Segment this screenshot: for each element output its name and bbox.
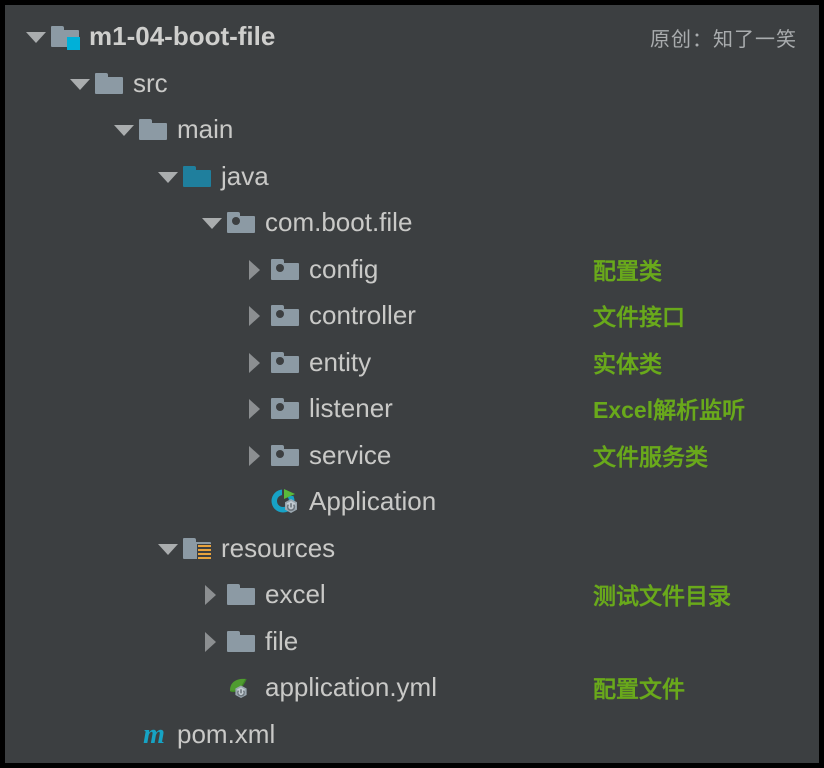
tree-row[interactable]: src [67,60,168,106]
annotation-label: 测试文件目录 [593,583,731,609]
tree-row[interactable]: Application [243,478,436,524]
resources-folder-icon [181,531,215,565]
folder-icon [225,577,259,611]
chevron-right-icon[interactable] [199,571,225,617]
chevron-down-icon[interactable] [67,60,93,106]
tree-row[interactable]: application.yml [199,664,437,710]
tree-row-label: service [309,439,392,470]
chevron-right-icon[interactable] [243,385,269,431]
chevron-down-icon[interactable] [111,106,137,152]
tree-row-label: resources [221,532,336,563]
annotation-label: 文件接口 [593,304,685,330]
spring-config-file-icon [225,670,259,704]
folder-icon [93,66,127,100]
tree-row-label: src [133,67,168,98]
tree-row-label: controller [309,300,416,330]
annotation-label: 配置文件 [593,676,685,702]
tree-row-label: entity [309,346,372,377]
chevron-down-icon[interactable] [155,153,181,199]
module-folder-icon [49,19,83,53]
chevron-down-icon[interactable] [23,13,49,59]
tree-row-label: application.yml [265,672,437,702]
tree-row-label: Application [309,486,437,516]
tree-row[interactable]: excel [199,571,326,617]
chevron-right-icon[interactable] [243,432,269,478]
tree-row[interactable]: m pom.xml [111,711,275,757]
tree-row-label: main [177,114,234,144]
package-icon [269,438,303,472]
annotation-label: 实体类 [593,350,662,377]
annotation-label: 配置类 [593,257,662,284]
tree-row-label: config [309,253,379,284]
spring-boot-run-icon [269,484,303,518]
folder-icon [225,624,259,658]
chevron-right-icon[interactable] [243,246,269,292]
tree-row-label: listener [309,393,393,423]
chevron-right-icon[interactable] [243,339,269,385]
package-icon [225,205,259,239]
tree-row-label: com.boot.file [265,207,413,237]
tree-row[interactable]: controller [243,292,416,338]
tree-row[interactable]: service [243,432,391,478]
package-icon [269,298,303,332]
chevron-down-icon[interactable] [155,525,181,571]
package-icon [269,345,303,379]
tree-row[interactable]: main [111,106,233,152]
chevron-right-icon[interactable] [199,618,225,664]
chevron-placeholder [111,711,137,757]
maven-icon: m [143,718,165,750]
annotation-label: 文件服务类 [593,443,708,470]
annotation-label: Excel解析监听 [593,397,746,423]
tree-row[interactable]: file [199,618,298,664]
tree-row[interactable]: com.boot.file [199,199,412,245]
tree-row-label: java [221,160,269,191]
watermark-text: 原创：知了一笑 [650,29,797,51]
chevron-placeholder [243,478,269,524]
source-folder-icon [181,159,215,193]
project-tree-panel: 原创：知了一笑 m1-04-boot-file src main java com.bo… [5,5,819,763]
chevron-down-icon[interactable] [199,199,225,245]
chevron-placeholder [199,664,225,710]
tree-row-label: file [265,625,299,656]
tree-row[interactable]: listener [243,385,393,431]
chevron-right-icon[interactable] [243,292,269,338]
package-icon [269,252,303,286]
tree-row-label: pom.xml [177,718,276,749]
tree-row[interactable]: java [155,153,269,199]
folder-icon [137,112,171,146]
tree-row-label: excel [265,579,326,609]
tree-row[interactable]: resources [155,525,335,571]
tree-row[interactable]: m1-04-boot-file [23,13,275,59]
tree-row-label: m1-04-boot-file [89,21,276,51]
tree-row[interactable]: entity [243,339,371,385]
screenshot-frame: 原创：知了一笑 m1-04-boot-file src main java com.bo… [0,0,824,768]
tree-row[interactable]: config [243,246,378,292]
package-icon [269,391,303,425]
